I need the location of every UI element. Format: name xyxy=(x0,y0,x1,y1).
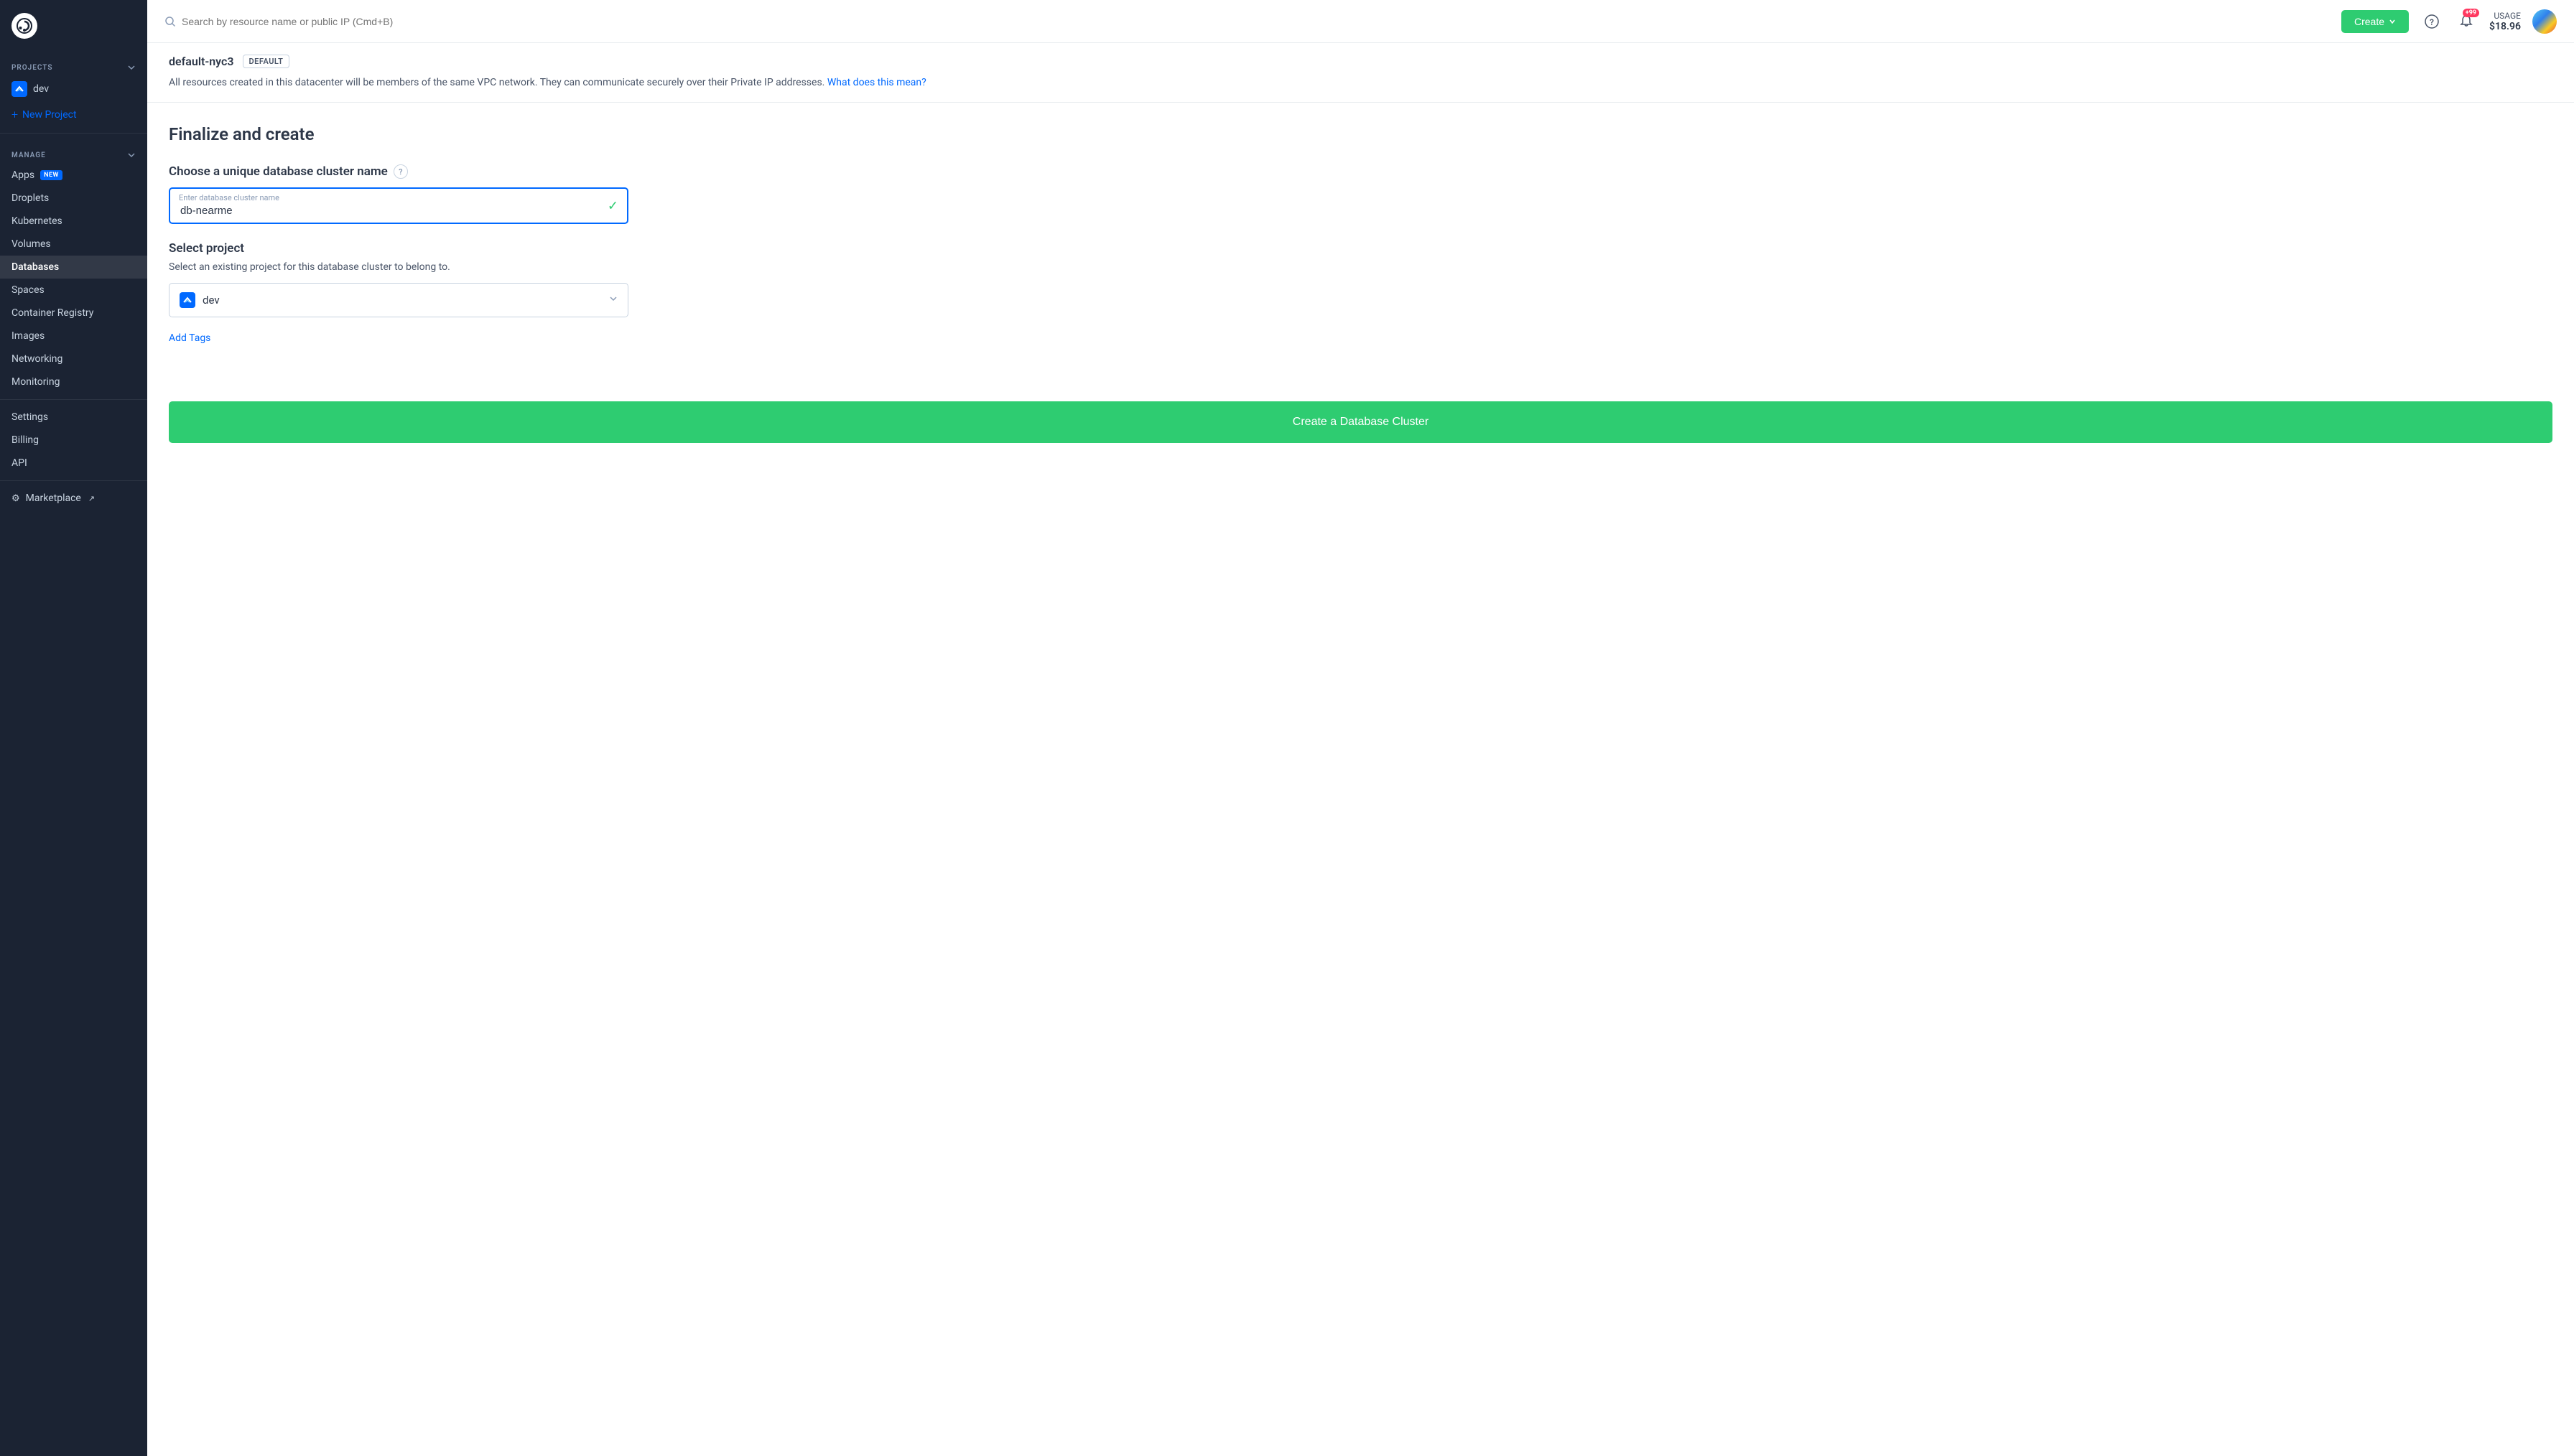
create-cluster-section: Create a Database Cluster xyxy=(147,387,2574,465)
new-project-label: New Project xyxy=(22,109,77,121)
sidebar-item-billing-label: Billing xyxy=(11,434,39,446)
notification-badge: +99 xyxy=(2463,9,2479,17)
sidebar-item-settings-label: Settings xyxy=(11,411,48,423)
projects-section-label: PROJECTS xyxy=(0,52,147,76)
sidebar-item-volumes[interactable]: Volumes xyxy=(0,233,147,256)
datacenter-link[interactable]: What does this mean? xyxy=(827,77,926,88)
sidebar-item-monitoring-label: Monitoring xyxy=(11,376,60,388)
create-cluster-button[interactable]: Create a Database Cluster xyxy=(169,401,2552,443)
main-area: Create ? +99 USAGE $18. xyxy=(147,0,2574,1456)
marketplace-external-icon: ↗ xyxy=(88,494,95,503)
cluster-name-input-wrapper: Enter database cluster name ✓ xyxy=(169,187,628,224)
page-content: default-nyc3 DEFAULT All resources creat… xyxy=(147,43,2574,1456)
datacenter-header: default-nyc3 DEFAULT xyxy=(169,55,2552,68)
search-container xyxy=(164,16,2333,27)
project-dev-label: dev xyxy=(33,83,49,95)
usage-value: $18.96 xyxy=(2489,21,2521,32)
new-project-plus-icon: + xyxy=(11,108,18,121)
cluster-name-input[interactable] xyxy=(169,187,628,224)
sidebar: PROJECTS dev + New Project MANAGE Apps N… xyxy=(0,0,147,1456)
usage-display: USAGE $18.96 xyxy=(2489,11,2521,32)
sidebar-item-api-label: API xyxy=(11,457,27,469)
sidebar-item-container-registry-label: Container Registry xyxy=(11,307,93,319)
help-button[interactable]: ? xyxy=(2420,10,2443,33)
sidebar-item-databases[interactable]: Databases xyxy=(0,256,147,279)
sidebar-item-images[interactable]: Images xyxy=(0,325,147,347)
sidebar-item-container-registry[interactable]: Container Registry xyxy=(0,302,147,325)
sidebar-item-billing[interactable]: Billing xyxy=(0,429,147,452)
sidebar-item-droplets[interactable]: Droplets xyxy=(0,187,147,210)
sidebar-item-api[interactable]: API xyxy=(0,452,147,475)
default-badge: DEFAULT xyxy=(243,55,290,68)
create-button[interactable]: Create xyxy=(2341,10,2409,33)
create-button-label: Create xyxy=(2354,16,2384,27)
sidebar-item-spaces-label: Spaces xyxy=(11,284,45,296)
usage-label: USAGE xyxy=(2489,11,2521,21)
datacenter-bar: default-nyc3 DEFAULT All resources creat… xyxy=(147,43,2574,103)
cluster-name-help-icon[interactable]: ? xyxy=(394,164,408,179)
sidebar-divider-1 xyxy=(0,133,147,134)
datacenter-name: default-nyc3 xyxy=(169,55,234,68)
sidebar-item-networking[interactable]: Networking xyxy=(0,347,147,370)
topbar: Create ? +99 USAGE $18. xyxy=(147,0,2574,43)
select-project-label: Select project xyxy=(169,241,628,256)
cluster-name-check-icon: ✓ xyxy=(608,198,618,213)
cluster-name-field-label: Choose a unique database cluster name ? xyxy=(169,164,628,179)
manage-section-label: MANAGE xyxy=(0,139,147,164)
sidebar-item-apps[interactable]: Apps NEW xyxy=(0,164,147,187)
project-dev[interactable]: dev xyxy=(0,76,147,102)
sidebar-item-spaces[interactable]: Spaces xyxy=(0,279,147,302)
topbar-right: Create ? +99 USAGE $18. xyxy=(2341,9,2557,34)
manage-collapse-icon[interactable] xyxy=(127,151,136,159)
create-chevron-icon xyxy=(2389,18,2396,25)
marketplace-icon: ⚙ xyxy=(11,493,20,504)
sidebar-item-kubernetes[interactable]: Kubernetes xyxy=(0,210,147,233)
logo[interactable] xyxy=(0,0,147,52)
search-icon xyxy=(164,16,176,27)
form-section: Finalize and create Choose a unique data… xyxy=(147,103,650,387)
add-tags-link[interactable]: Add Tags xyxy=(169,332,210,344)
sidebar-divider-2 xyxy=(0,399,147,400)
project-select-wrapper: dev xyxy=(169,283,628,317)
sidebar-item-volumes-label: Volumes xyxy=(11,238,51,250)
logo-icon xyxy=(11,13,37,39)
select-project-desc: Select an existing project for this data… xyxy=(169,261,628,273)
sidebar-item-droplets-label: Droplets xyxy=(11,192,49,204)
project-select-value: dev xyxy=(203,294,220,307)
sidebar-item-monitoring[interactable]: Monitoring xyxy=(0,370,147,393)
sidebar-divider-3 xyxy=(0,480,147,481)
sidebar-item-apps-label: Apps xyxy=(11,169,34,181)
section-title: Finalize and create xyxy=(169,124,628,144)
svg-text:?: ? xyxy=(2430,17,2434,27)
project-select[interactable]: dev xyxy=(169,283,628,317)
search-input[interactable] xyxy=(182,16,2333,27)
project-dev-icon xyxy=(11,81,27,97)
datacenter-description: All resources created in this datacenter… xyxy=(169,75,2552,90)
sidebar-item-settings[interactable]: Settings xyxy=(0,406,147,429)
sidebar-item-networking-label: Networking xyxy=(11,353,62,365)
sidebar-item-databases-label: Databases xyxy=(11,261,59,273)
sidebar-item-kubernetes-label: Kubernetes xyxy=(11,215,62,227)
apps-new-badge: NEW xyxy=(40,170,62,180)
user-avatar[interactable] xyxy=(2532,9,2557,34)
projects-collapse-icon[interactable] xyxy=(127,63,136,72)
project-select-dev-icon xyxy=(180,292,195,308)
sidebar-item-marketplace[interactable]: ⚙ Marketplace ↗ xyxy=(0,487,147,510)
sidebar-item-images-label: Images xyxy=(11,330,45,342)
new-project-button[interactable]: + New Project xyxy=(0,102,147,127)
sidebar-item-marketplace-label: Marketplace xyxy=(26,493,81,504)
notifications-button[interactable]: +99 xyxy=(2455,10,2478,33)
